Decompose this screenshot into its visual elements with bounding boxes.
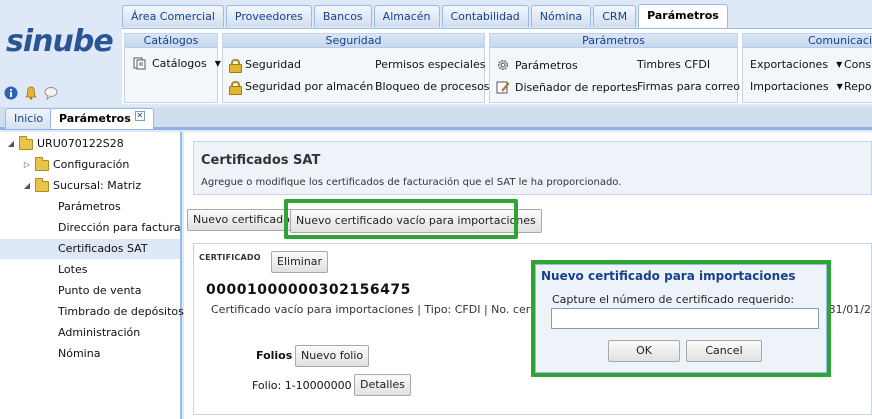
tree-node-punto-venta[interactable]: Punto de venta xyxy=(0,281,180,301)
folio-details-button[interactable]: Detalles xyxy=(354,374,411,396)
expand-icon[interactable]: ▷ xyxy=(22,155,32,175)
catalogos-menu-button[interactable]: Catálogos ▼ xyxy=(133,56,221,70)
doc-tab-inicio[interactable]: Inicio xyxy=(5,108,53,129)
bell-icon[interactable] xyxy=(24,86,38,100)
tree-node-parametros[interactable]: Parámetros xyxy=(0,197,180,217)
parametros-button[interactable]: Parámetros xyxy=(496,58,578,72)
ribbon-group-title: Comunicacion xyxy=(743,34,872,48)
ribbon-group-parametros: Parámetros Parámetros Diseñador de repor… xyxy=(489,33,740,103)
firmas-correo-button[interactable]: Firmas para correo xyxy=(637,80,740,93)
lock-icon xyxy=(229,80,242,95)
tab-crm[interactable]: CRM xyxy=(593,5,637,27)
delete-certificate-button[interactable]: Eliminar xyxy=(271,251,329,273)
tab-contabilidad[interactable]: Contabilidad xyxy=(441,5,529,27)
tree-node-nomina[interactable]: Nómina xyxy=(0,344,180,364)
tab-area-comercial[interactable]: Área Comercial xyxy=(122,5,224,27)
tree-node-timbrado-depositos[interactable]: Timbrado de depósitos xyxy=(0,302,184,322)
exportaciones-label: Exportaciones xyxy=(750,58,829,71)
importaciones-label: Importaciones xyxy=(750,80,829,93)
folder-icon xyxy=(35,177,49,192)
info-icon[interactable] xyxy=(4,86,18,100)
dropdown-arrow-icon: ▼ xyxy=(836,60,843,69)
doc-tab-parametros-label: Parámetros xyxy=(59,112,131,125)
reportes-button[interactable]: Repor xyxy=(844,80,872,93)
tab-proveedores[interactable]: Proveedores xyxy=(225,5,312,27)
chat-icon[interactable] xyxy=(44,86,58,100)
seguridad-button[interactable]: Seguridad xyxy=(229,58,301,73)
certificate-number: 00001000000302156475 xyxy=(206,282,411,298)
report-designer-icon xyxy=(496,81,510,94)
gear-icon xyxy=(497,59,509,71)
close-icon[interactable]: ✕ xyxy=(134,111,145,121)
folio-range: Folio: 1-10000000 xyxy=(252,379,352,392)
catalogos-label: Catálogos xyxy=(152,56,207,70)
timbres-cfdi-button[interactable]: Timbres CFDI xyxy=(637,58,710,71)
ribbon-group-comunicacion: Comunicacion Exportaciones ▼ Importacione… xyxy=(742,33,872,103)
tree-node-certificados-sat[interactable]: Certificados SAT xyxy=(0,239,180,259)
dropdown-arrow-icon: ▼ xyxy=(214,58,221,68)
tree-node-root[interactable]: ◢ URU070122S28 xyxy=(6,134,124,154)
tab-almacen[interactable]: Almacén xyxy=(373,5,440,27)
tree-node-root-label: URU070122S28 xyxy=(37,137,124,150)
ribbon-group-title: Seguridad xyxy=(223,34,484,48)
ok-button[interactable]: OK xyxy=(608,340,680,362)
new-certificate-button[interactable]: Nuevo certificado xyxy=(187,209,296,231)
catalog-icon xyxy=(133,57,146,70)
certificate-date: 31/01/2 xyxy=(828,303,871,316)
dialog-prompt: Capture el número de certificado requeri… xyxy=(552,293,795,306)
tree-node-configuracion[interactable]: ▷ Configuración xyxy=(22,155,129,175)
document-tabs: Inicio Parámetros ✕ xyxy=(0,107,872,130)
disenador-reportes-label: Diseñador de reportes xyxy=(515,80,638,94)
dialog-body: Nuevo certificado para importaciones Cap… xyxy=(535,264,827,373)
ribbon-toolbar: Catálogos Catálogos ▼ Seguridad Seguridad… xyxy=(122,28,872,104)
highlight-frame xyxy=(284,199,518,239)
main-tabs: Área Comercial Proveedores Bancos Almacé… xyxy=(122,4,730,28)
navigation-tree: ◢ URU070122S28 ▷ Configuración ◢ Sucursal: … xyxy=(0,132,184,419)
disenador-reportes-button[interactable]: Diseñador de reportes xyxy=(496,80,638,94)
folios-label: Folios xyxy=(256,349,293,362)
ribbon-group-title: Parámetros xyxy=(490,34,737,48)
seguridad-label: Seguridad xyxy=(245,58,301,71)
ribbon-group-catalogos: Catálogos Catálogos ▼ xyxy=(124,33,221,103)
sinube-logo: sinube xyxy=(6,24,114,59)
doc-tab-parametros[interactable]: Parámetros ✕ xyxy=(50,108,154,129)
permisos-especiales-button[interactable]: Permisos especiales xyxy=(375,58,485,71)
tab-bancos[interactable]: Bancos xyxy=(313,5,372,27)
tree-node-lotes[interactable]: Lotes xyxy=(0,260,180,280)
ribbon-group-title: Catálogos xyxy=(125,34,217,48)
page-title: Certificados SAT xyxy=(201,153,321,168)
dropdown-arrow-icon: ▼ xyxy=(836,82,843,91)
page-subtitle: Agregue o modifique los certificados de … xyxy=(201,177,622,188)
importaciones-menu-button[interactable]: Importaciones ▼ xyxy=(750,80,843,93)
lock-icon xyxy=(229,58,242,73)
tab-nomina[interactable]: Nómina xyxy=(530,5,592,27)
collapse-icon[interactable]: ◢ xyxy=(6,134,16,154)
cancel-button[interactable]: Cancel xyxy=(686,340,762,362)
collapse-icon[interactable]: ◢ xyxy=(22,176,32,196)
seguridad-almacen-button[interactable]: Seguridad por almacén xyxy=(229,80,374,95)
new-folio-button[interactable]: Nuevo folio xyxy=(295,345,370,367)
new-import-certificate-dialog: Nuevo certificado para importaciones Cap… xyxy=(531,260,831,377)
ribbon-group-seguridad: Seguridad Seguridad Seguridad por almacé… xyxy=(222,33,490,103)
tree-node-sucursal[interactable]: ◢ Sucursal: Matriz xyxy=(22,176,141,196)
folder-icon xyxy=(19,135,33,150)
tree-node-direccion-facturacion[interactable]: Dirección para facturación xyxy=(0,218,180,238)
certificate-section-label: CERTIFICADO xyxy=(199,253,261,262)
seguridad-almacen-label: Seguridad por almacén xyxy=(245,80,374,93)
dialog-title: Nuevo certificado para importaciones xyxy=(541,269,796,283)
tree-node-configuracion-label: Configuración xyxy=(53,158,130,171)
tree-node-administracion[interactable]: Administración xyxy=(0,323,180,343)
parametros-label: Parámetros xyxy=(515,58,578,72)
bloqueo-procesos-button[interactable]: Bloqueo de procesos xyxy=(375,80,490,93)
consultas-button[interactable]: Consu xyxy=(844,58,872,71)
tree-node-sucursal-label: Sucursal: Matriz xyxy=(53,179,142,192)
panel-header: Certificados SAT Agregue o modifique los… xyxy=(193,141,872,195)
folder-icon xyxy=(35,156,49,171)
certificate-number-input[interactable] xyxy=(551,308,819,329)
app-header: sinube Área Comercial Proveedores Bancos… xyxy=(0,0,872,106)
utility-icons xyxy=(4,86,58,100)
certificate-description: Certificado vacío para importaciones | T… xyxy=(211,303,572,316)
tab-parametros[interactable]: Parámetros xyxy=(638,4,728,28)
exportaciones-menu-button[interactable]: Exportaciones ▼ xyxy=(750,58,842,71)
